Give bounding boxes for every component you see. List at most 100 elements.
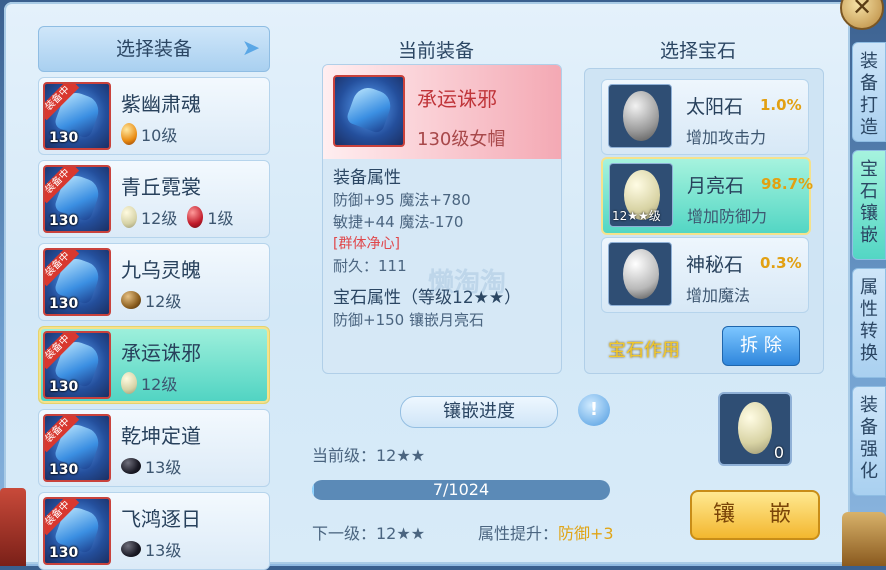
- equipment-icon: 装备中 130: [43, 82, 111, 150]
- current-equipment-title: 当前装备: [398, 40, 475, 62]
- gem-name: 太阳石: [686, 96, 744, 118]
- equipment-icon: 装备中 130: [43, 248, 111, 316]
- gem-level: 13级: [145, 458, 182, 477]
- gem-rate: 0.3%: [760, 254, 802, 272]
- gem-description: 增加攻击力: [686, 128, 767, 147]
- helmet-icon: [333, 75, 405, 147]
- red-gem-icon: [187, 206, 204, 228]
- gem-attr-line: 防御+150 镶嵌月亮石: [333, 311, 484, 329]
- side-tab[interactable]: 宝石镶嵌: [852, 150, 886, 260]
- moon-gem-icon: [121, 372, 137, 394]
- remove-button[interactable]: 拆 除: [722, 326, 800, 366]
- equipment-name: 紫幽肃魂: [121, 92, 201, 116]
- current-equipment-header: 承运诛邪 130级女帽: [323, 65, 561, 159]
- equipment-gems: 13级: [121, 454, 191, 478]
- tower-decoration: [842, 512, 886, 566]
- black-gem-icon: [121, 458, 141, 474]
- equipment-item[interactable]: 装备中 130 九乌灵魄 12级: [38, 243, 270, 321]
- special-skill: [群体净心]: [333, 236, 400, 252]
- gem-option[interactable]: 12★★级 月亮石 98.7% 增加防御力: [601, 157, 814, 235]
- inlay-progress-label: 镶嵌进度: [400, 396, 558, 428]
- equipment-gems: 12级 1级: [121, 205, 244, 229]
- gem-description: 增加防御力: [687, 207, 768, 226]
- gem-rate: 1.0%: [760, 96, 802, 114]
- gem-name: 神秘石: [686, 254, 744, 276]
- gem-level: 10级: [141, 126, 178, 145]
- attr-title: 装备属性: [333, 168, 401, 188]
- equipment-level: 130: [49, 130, 79, 146]
- attr-up-value: 防御+3: [558, 524, 614, 543]
- equipment-name: 乾坤定道: [121, 424, 201, 448]
- gem-image: [608, 84, 672, 148]
- attr-up-label: 属性提升：: [478, 524, 559, 543]
- gem-level: 13级: [145, 541, 182, 560]
- equipment-item[interactable]: 装备中 130 承运诛邪 12级: [38, 326, 270, 404]
- banner-decoration: [0, 488, 26, 566]
- moonstone-icon: [738, 402, 772, 454]
- gem-level-tag: 12★★级: [612, 209, 661, 223]
- equipment-gems: 12级: [121, 371, 187, 395]
- equipment-item[interactable]: 装备中 130 青丘霓裳 12级 1级: [38, 160, 270, 238]
- equipment-level: 130: [49, 462, 79, 478]
- gem-effect-link[interactable]: 宝石作用: [608, 336, 680, 362]
- equipment-icon: 装备中 130: [43, 331, 111, 399]
- next-level: 下一级：12★★: [312, 524, 426, 543]
- side-tabs: 装备打造宝石镶嵌属性转换装备强化: [852, 42, 886, 504]
- current-equipment-type: 130级女帽: [417, 129, 506, 150]
- side-tab[interactable]: 属性转换: [852, 268, 886, 378]
- equipment-icon: 装备中 130: [43, 414, 111, 482]
- equipment-item[interactable]: 装备中 130 紫幽肃魂 10级: [38, 77, 270, 155]
- watermark: 懒淘淘: [428, 268, 507, 298]
- help-icon[interactable]: !: [578, 394, 610, 426]
- gem-rate: 98.7%: [761, 175, 814, 193]
- side-tab[interactable]: 装备强化: [852, 386, 886, 496]
- equipment-gems: 10级: [121, 122, 187, 146]
- gem-name: 月亮石: [687, 175, 745, 197]
- equipment-item[interactable]: 装备中 130 飞鸿逐日 13级: [38, 492, 270, 570]
- slot-count: 0: [773, 443, 784, 462]
- attr-line: 敏捷+44 魔法-170: [333, 213, 464, 231]
- gem-slot[interactable]: 0: [718, 392, 792, 466]
- gem-description: 增加魔法: [686, 286, 751, 305]
- equipment-icon: 装备中 130: [43, 165, 111, 233]
- inlay-button[interactable]: 镶 嵌: [690, 490, 820, 540]
- progress-text: 7/1024: [432, 480, 490, 499]
- equipment-gems: 12级: [121, 288, 191, 312]
- equipment-level: 130: [49, 379, 79, 395]
- equipment-attributes: 装备属性 防御+95 魔法+780 敏捷+44 魔法-170 [群体净心] 耐久…: [323, 159, 561, 339]
- equipment-name: 飞鸿逐日: [121, 507, 201, 531]
- moon-gem-icon: [121, 206, 137, 228]
- select-equipment-title: 选择装备: [115, 38, 192, 60]
- black-gem-icon: [121, 541, 141, 557]
- equipment-name: 承运诛邪: [121, 341, 201, 365]
- attribute-increase: 属性提升：防御+3: [478, 520, 614, 544]
- gem-option[interactable]: 神秘石 0.3% 增加魔法: [601, 237, 809, 313]
- equipment-level: 130: [49, 545, 79, 561]
- equipment-icon: 装备中 130: [43, 497, 111, 565]
- equipment-level: 130: [49, 296, 79, 312]
- equipment-name: 青丘霓裳: [121, 175, 201, 199]
- equipment-level: 130: [49, 213, 79, 229]
- side-tab[interactable]: 装备打造: [852, 42, 886, 142]
- equipment-list-panel: 选择装备 ➤ 装备中 130 紫幽肃魂 10级 装备中 130 青丘霓裳 12级 1级 装备中 13…: [38, 26, 270, 570]
- gem-image: [608, 242, 672, 306]
- equipment-name: 九乌灵魄: [121, 258, 201, 282]
- equipment-item[interactable]: 装备中 130 乾坤定道 13级: [38, 409, 270, 487]
- current-level: 当前级：12★★: [312, 446, 426, 465]
- select-equipment-header: 选择装备 ➤: [38, 26, 270, 72]
- equipment-list: 装备中 130 紫幽肃魂 10级 装备中 130 青丘霓裳 12级 1级 装备中 130 九乌灵魄 12…: [38, 77, 270, 570]
- brown-gem-icon: [121, 291, 141, 309]
- gem-level: 12级: [145, 292, 182, 311]
- attr-line: 防御+95 魔法+780: [333, 191, 471, 209]
- chevron-right-icon[interactable]: ➤: [239, 37, 263, 61]
- orange-gem-icon: [121, 123, 137, 145]
- select-gem-title: 选择宝石: [660, 40, 737, 62]
- gem-option[interactable]: 太阳石 1.0% 增加攻击力: [601, 79, 809, 155]
- myst-gem-icon: [623, 249, 659, 299]
- gem-level: 1级: [207, 209, 234, 228]
- current-equipment-name: 承运诛邪: [417, 87, 497, 111]
- gem-image: 12★★级: [609, 163, 673, 227]
- equipment-gems: 13级: [121, 537, 191, 561]
- gem-level: 12级: [141, 209, 178, 228]
- sun-gem-icon: [623, 91, 659, 141]
